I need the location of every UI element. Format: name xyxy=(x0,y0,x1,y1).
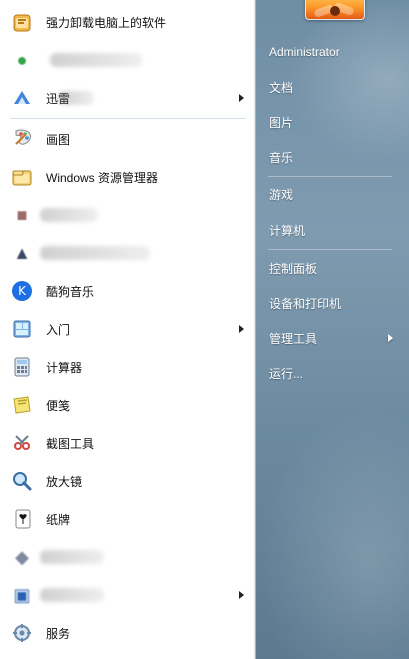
places-item-computer[interactable]: 计算机 xyxy=(269,219,395,241)
program-item-magnifier[interactable]: 放大镜 xyxy=(0,462,255,500)
kugou-music-icon: K xyxy=(8,277,36,305)
explorer-icon xyxy=(8,163,36,191)
program-item-services[interactable]: 服务 xyxy=(0,614,255,652)
places-label: 设备和打印机 xyxy=(269,296,342,311)
program-label: 服务 xyxy=(46,626,71,641)
program-item-solitaire[interactable]: 纸牌 xyxy=(0,500,255,538)
program-label: Windows 资源管理器 xyxy=(46,170,159,185)
places-label: 控制面板 xyxy=(269,261,318,276)
program-label: 强力卸载电脑上的软件 xyxy=(46,15,167,30)
program-item-thunder[interactable]: 迅雷 xyxy=(0,79,255,117)
places-label: 运行... xyxy=(269,366,304,381)
uninstall-tool-icon xyxy=(8,8,36,36)
services-icon xyxy=(8,619,36,647)
places-item-control-panel[interactable]: 控制面板 xyxy=(269,257,395,279)
program-item-blurred-5[interactable]: ▣ xyxy=(0,576,255,614)
places-item-documents[interactable]: 文档 xyxy=(269,76,395,98)
blurred-app-icon: ▣ xyxy=(13,584,31,605)
program-item-blurred-1[interactable]: ● xyxy=(0,41,255,79)
program-label: 便笺 xyxy=(46,398,71,413)
program-item-getting-started[interactable]: 入门 xyxy=(0,310,255,348)
blurred-app-icon: ▲ xyxy=(13,242,31,263)
places-item-devices-printers[interactable]: 设备和打印机 xyxy=(269,292,395,314)
solitaire-icon xyxy=(8,505,36,533)
user-avatar[interactable] xyxy=(305,0,365,20)
places-item-games[interactable]: 游戏 xyxy=(269,183,395,205)
places-separator xyxy=(268,176,392,177)
places-item-music[interactable]: 音乐 xyxy=(269,146,395,168)
places-label: Administrator xyxy=(269,45,340,59)
places-label: 图片 xyxy=(269,115,294,130)
getting-started-icon xyxy=(8,315,36,343)
program-item-paint[interactable]: 画图 xyxy=(0,120,255,158)
calculator-icon xyxy=(8,353,36,381)
program-item-blurred-3[interactable]: ▲ xyxy=(0,234,255,272)
places-item-run[interactable]: 运行... xyxy=(269,362,395,384)
submenu-arrow-icon xyxy=(388,334,393,342)
program-label: 酷狗音乐 xyxy=(46,284,95,299)
submenu-arrow-icon xyxy=(239,325,244,333)
places-label: 管理工具 xyxy=(269,331,318,346)
places-label: 计算机 xyxy=(269,223,306,238)
places-item-user[interactable]: Administrator xyxy=(269,41,395,63)
program-label: 纸牌 xyxy=(46,512,71,527)
left-separator xyxy=(10,118,246,119)
program-item-snipping-tool[interactable]: 截图工具 xyxy=(0,424,255,462)
start-menu: 强力卸载电脑上的软件 ● 迅雷 画图 xyxy=(0,0,409,659)
avatar-flower-center-icon xyxy=(330,6,340,16)
places-item-admin-tools[interactable]: 管理工具 xyxy=(269,327,395,349)
places-label: 音乐 xyxy=(269,150,294,165)
thunder-download-icon xyxy=(8,84,36,112)
program-item-kugou[interactable]: K 酷狗音乐 xyxy=(0,272,255,310)
program-item-uninstaller[interactable]: 强力卸载电脑上的软件 xyxy=(0,3,255,41)
program-label: 入门 xyxy=(46,322,71,337)
magnifier-icon xyxy=(8,467,36,495)
program-item-explorer[interactable]: Windows 资源管理器 xyxy=(0,158,255,196)
program-item-sticky-notes[interactable]: 便笺 xyxy=(0,386,255,424)
program-label: 截图工具 xyxy=(46,436,95,451)
program-label: 放大镜 xyxy=(46,474,83,489)
snipping-tool-icon xyxy=(8,429,36,457)
program-label: 画图 xyxy=(46,132,71,147)
places-label: 文档 xyxy=(269,80,294,95)
blurred-app-icon: ● xyxy=(16,49,28,70)
blurred-app-icon: ■ xyxy=(16,204,28,225)
program-label: 计算器 xyxy=(46,360,83,375)
places-separator xyxy=(268,249,392,250)
program-item-blurred-4[interactable]: ◆ xyxy=(0,538,255,576)
submenu-arrow-icon xyxy=(239,591,244,599)
places-label: 游戏 xyxy=(269,187,294,202)
svg-text:K: K xyxy=(18,284,27,298)
sticky-notes-icon xyxy=(8,391,36,419)
program-item-calculator[interactable]: 计算器 xyxy=(0,348,255,386)
paint-icon xyxy=(8,125,36,153)
program-item-blurred-2[interactable]: ■ xyxy=(0,196,255,234)
submenu-arrow-icon xyxy=(239,94,244,102)
places-item-pictures[interactable]: 图片 xyxy=(269,111,395,133)
blurred-app-icon: ◆ xyxy=(15,546,29,567)
